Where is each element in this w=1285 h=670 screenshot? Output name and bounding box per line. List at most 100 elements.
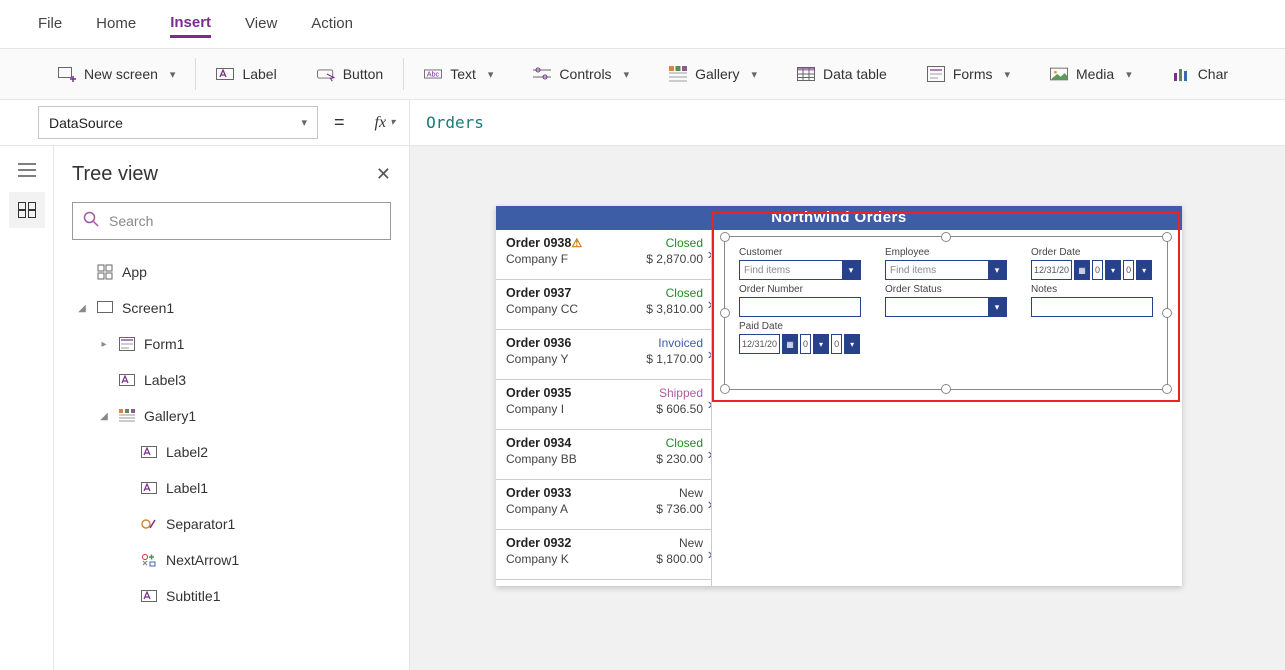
insert-media-label: Media bbox=[1076, 66, 1114, 82]
menu-insert[interactable]: Insert bbox=[170, 10, 211, 38]
order-company: Company F bbox=[506, 252, 568, 266]
calendar-icon: ▦ bbox=[782, 334, 798, 354]
tree-node-label1[interactable]: Label1 bbox=[72, 470, 391, 506]
label-icon bbox=[216, 65, 234, 83]
gallery-item[interactable]: Order 0937ClosedCompany CC$ 3,810.00› bbox=[496, 280, 711, 330]
chevron-down-icon: ▾ bbox=[1105, 260, 1121, 280]
chevron-down-icon: ▾ bbox=[988, 298, 1006, 316]
tree-node-label2[interactable]: Label2 bbox=[72, 434, 391, 470]
tree-view-panel: Tree view ✕ App ◢ Screen1 ▸ Form1 bbox=[54, 146, 410, 670]
gallery-item[interactable]: Order 0932NewCompany K$ 800.00› bbox=[496, 530, 711, 580]
insert-controls-dropdown[interactable]: Controls ▾ bbox=[529, 61, 633, 87]
app-canvas[interactable]: Northwind Orders Order 0938⚠ClosedCompan… bbox=[496, 206, 1182, 586]
tree-node-label3[interactable]: Label3 bbox=[72, 362, 391, 398]
orders-gallery[interactable]: Order 0938⚠ClosedCompany F$ 2,870.00› Ord… bbox=[496, 230, 712, 586]
tree-node-label: Form1 bbox=[144, 336, 184, 352]
new-screen-button[interactable]: New screen ▾ bbox=[54, 61, 179, 87]
employee-combobox[interactable]: Find items▾ bbox=[885, 260, 1007, 280]
chevron-down-icon: ▾ bbox=[1136, 260, 1152, 280]
insert-gallery-dropdown[interactable]: Gallery ▾ bbox=[665, 61, 761, 87]
menu-file[interactable]: File bbox=[38, 11, 62, 36]
tree-search-box[interactable] bbox=[72, 202, 391, 240]
field-order-date: Order Date 12/31/20 ▦ 0 ▾ 0 ▾ bbox=[1031, 247, 1153, 280]
insert-controls-label: Controls bbox=[559, 66, 611, 82]
order-amount: $ 1,170.00 bbox=[646, 352, 703, 366]
order-amount: $ 800.00 bbox=[656, 552, 703, 566]
order-company: Company CC bbox=[506, 302, 578, 316]
chevron-right-icon[interactable]: › bbox=[708, 446, 712, 464]
chevron-right-icon[interactable]: › bbox=[708, 496, 712, 514]
order-company: Company Y bbox=[506, 352, 568, 366]
gallery-item[interactable]: Order 0935ShippedCompany I$ 606.50› bbox=[496, 380, 711, 430]
field-employee: Employee Find items▾ bbox=[885, 247, 1007, 280]
label-icon bbox=[140, 587, 158, 605]
formula-input[interactable]: Orders bbox=[410, 100, 1285, 145]
order-number: Order 0936 bbox=[506, 336, 571, 350]
menu-view[interactable]: View bbox=[245, 11, 277, 36]
field-customer: Customer Find items▾ bbox=[739, 247, 861, 280]
separator-icon bbox=[140, 515, 158, 533]
tree-node-label: Screen1 bbox=[122, 300, 174, 316]
tree-search-input[interactable] bbox=[107, 212, 380, 230]
insert-chart-dropdown[interactable]: Char bbox=[1168, 61, 1232, 87]
tree-node-separator1[interactable]: Separator1 bbox=[72, 506, 391, 542]
form1-control[interactable]: Customer Find items▾ Employee Find items… bbox=[724, 236, 1168, 390]
order-number: Order 0934 bbox=[506, 436, 571, 450]
notes-input[interactable] bbox=[1031, 297, 1153, 317]
tree-node-form1[interactable]: ▸ Form1 bbox=[72, 326, 391, 362]
tree-node-label: Label1 bbox=[166, 480, 208, 496]
insert-label-button[interactable]: Label bbox=[212, 61, 280, 87]
tree-view-rail-button[interactable] bbox=[9, 192, 45, 228]
chevron-down-icon: ▾ bbox=[813, 334, 829, 354]
expand-toggle-icon[interactable]: ▸ bbox=[98, 339, 110, 350]
tree-node-label: NextArrow1 bbox=[166, 552, 239, 568]
tree-node-subtitle1[interactable]: Subtitle1 bbox=[72, 578, 391, 614]
gallery-item[interactable]: Order 0933NewCompany A$ 736.00› bbox=[496, 480, 711, 530]
gallery-item[interactable]: Order 0934ClosedCompany BB$ 230.00› bbox=[496, 430, 711, 480]
insert-datatable-button[interactable]: Data table bbox=[793, 61, 891, 87]
gallery-item[interactable]: Order 0938⚠ClosedCompany F$ 2,870.00› bbox=[496, 230, 711, 280]
property-dropdown[interactable]: DataSource ▾ bbox=[38, 106, 318, 139]
gallery-icon bbox=[669, 65, 687, 83]
menu-home[interactable]: Home bbox=[96, 11, 136, 36]
tree-node-label: Separator1 bbox=[166, 516, 235, 532]
order-number-input[interactable] bbox=[739, 297, 861, 317]
svg-text:Abc: Abc bbox=[427, 70, 440, 79]
chevron-down-icon: ▾ bbox=[751, 68, 757, 81]
label-icon bbox=[140, 479, 158, 497]
fx-button[interactable]: fx▾ bbox=[361, 100, 411, 145]
expand-toggle-icon[interactable]: ◢ bbox=[98, 411, 110, 422]
media-icon bbox=[1050, 65, 1068, 83]
warning-icon: ⚠ bbox=[571, 236, 582, 250]
order-number: Order 0937 bbox=[506, 286, 571, 300]
close-icon[interactable]: ✕ bbox=[376, 164, 391, 185]
tree-node-nextarrow1[interactable]: NextArrow1 bbox=[72, 542, 391, 578]
chevron-down-icon: ▾ bbox=[301, 116, 307, 129]
tree-node-app[interactable]: App bbox=[72, 254, 391, 290]
button-icon bbox=[317, 65, 335, 83]
menu-action[interactable]: Action bbox=[311, 11, 353, 36]
insert-button-button[interactable]: Button bbox=[313, 61, 387, 87]
form-selection-outline[interactable]: Customer Find items▾ Employee Find items… bbox=[712, 212, 1180, 402]
gallery-item[interactable]: Order 0936InvoicedCompany Y$ 1,170.00› bbox=[496, 330, 711, 380]
label-icon bbox=[118, 371, 136, 389]
tree-node-screen1[interactable]: ◢ Screen1 bbox=[72, 290, 391, 326]
insert-media-dropdown[interactable]: Media ▾ bbox=[1046, 61, 1136, 87]
order-company: Company I bbox=[506, 402, 564, 416]
order-status: New bbox=[679, 486, 703, 500]
insert-forms-dropdown[interactable]: Forms ▾ bbox=[923, 61, 1014, 87]
expand-toggle-icon[interactable]: ◢ bbox=[76, 303, 88, 314]
chevron-down-icon: ▾ bbox=[842, 261, 860, 279]
tree-node-label: Label3 bbox=[144, 372, 186, 388]
order-date-picker[interactable]: 12/31/20 ▦ 0 ▾ 0 ▾ bbox=[1031, 260, 1153, 280]
insert-gallery-label: Gallery bbox=[695, 66, 739, 82]
customer-combobox[interactable]: Find items▾ bbox=[739, 260, 861, 280]
paid-date-picker[interactable]: 12/31/20 ▦ 0 ▾ 0 ▾ bbox=[739, 334, 861, 354]
order-status-dropdown[interactable]: ▾ bbox=[885, 297, 1007, 317]
order-status: Closed bbox=[666, 286, 703, 300]
chevron-right-icon[interactable]: › bbox=[708, 546, 712, 564]
tree-node-gallery1[interactable]: ◢ Gallery1 bbox=[72, 398, 391, 434]
canvas-area[interactable]: Northwind Orders Order 0938⚠ClosedCompan… bbox=[410, 146, 1285, 670]
hamburger-button[interactable] bbox=[9, 152, 45, 188]
insert-text-dropdown[interactable]: Abc Text ▾ bbox=[420, 61, 497, 87]
